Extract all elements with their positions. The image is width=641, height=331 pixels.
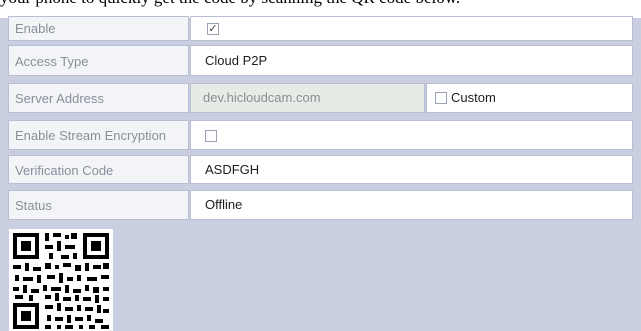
stream-encryption-value-cell	[190, 120, 633, 150]
status-row: Status Offline	[0, 190, 641, 220]
stream-encryption-checkbox[interactable]	[205, 130, 217, 142]
enable-value-cell: ✓	[190, 16, 633, 41]
status-value: Offline	[190, 190, 633, 220]
status-label: Status	[8, 190, 189, 220]
access-type-label: Access Type	[8, 45, 189, 76]
enable-row: Enable ✓	[0, 16, 641, 41]
check-icon: ✓	[208, 23, 218, 35]
access-type-row: Access Type Cloud P2P	[0, 45, 641, 76]
server-address-label: Server Address	[8, 83, 189, 113]
qr-code-icon	[9, 229, 113, 331]
access-type-dropdown[interactable]: Cloud P2P	[190, 45, 633, 76]
stream-encryption-label: Enable Stream Encryption	[8, 120, 189, 150]
verification-code-field[interactable]: ASDFGH	[190, 155, 633, 184]
verification-code-label: Verification Code	[8, 155, 189, 184]
custom-label: Custom	[451, 90, 496, 105]
enable-checkbox[interactable]: ✓	[207, 23, 219, 35]
verification-code-row: Verification Code ASDFGH	[0, 155, 641, 184]
server-address-field: dev.hicloudcam.com	[190, 83, 425, 113]
server-address-row: Server Address dev.hicloudcam.com Custom	[0, 83, 641, 113]
custom-option-cell: Custom	[426, 83, 633, 113]
custom-checkbox[interactable]	[435, 92, 447, 104]
enable-label: Enable	[8, 16, 189, 41]
stream-encryption-row: Enable Stream Encryption	[0, 120, 641, 150]
platform-access-panel: Enable ✓ Access Type Cloud P2P Server Ad…	[0, 0, 641, 331]
